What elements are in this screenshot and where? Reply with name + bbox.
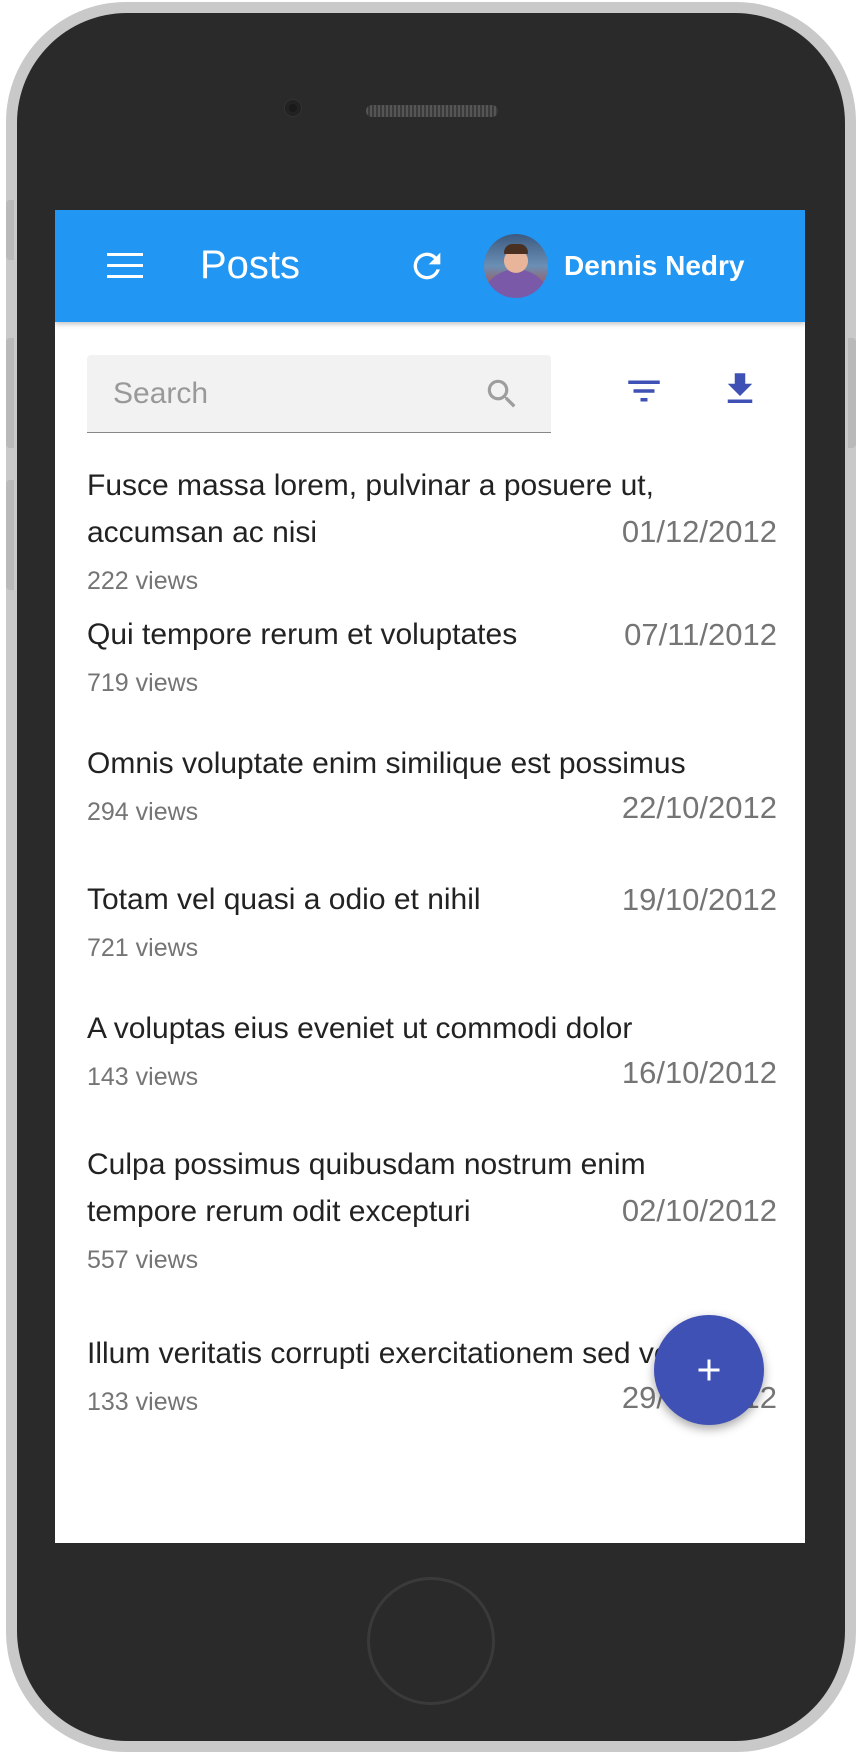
post-views: 133 views	[87, 1388, 199, 1416]
power-button	[848, 338, 856, 448]
post-title: Omnis voluptate enim similique est possi…	[87, 747, 686, 780]
post-date: 01/12/2012	[621, 514, 777, 549]
post-views: 143 views	[87, 1063, 199, 1091]
search-field[interactable]	[87, 355, 551, 433]
post-date: 02/10/2012	[621, 1193, 777, 1228]
list-item[interactable]: Qui tempore rerum et voluptates 719 view…	[87, 611, 777, 701]
list-item[interactable]: Fusce massa lorem, pulvinar a posuere ut…	[87, 462, 777, 595]
post-date: 07/11/2012	[624, 617, 777, 652]
earpiece-speaker	[366, 105, 498, 117]
menu-icon[interactable]	[107, 253, 143, 279]
list-item[interactable]: Omnis voluptate enim similique est possi…	[87, 740, 777, 850]
list-item[interactable]: Totam vel quasi a odio et nihil 721 view…	[87, 876, 777, 966]
volume-up-button	[6, 338, 14, 448]
mute-switch	[6, 200, 14, 260]
search-icon[interactable]	[483, 375, 521, 413]
download-icon[interactable]	[719, 366, 761, 412]
filter-icon[interactable]	[623, 370, 665, 412]
list-item[interactable]: A voluptas eius eveniet ut commodi dolor…	[87, 1005, 777, 1115]
refresh-icon[interactable]	[407, 246, 447, 286]
post-views: 294 views	[87, 798, 199, 826]
search-input[interactable]	[111, 373, 475, 415]
post-date: 16/10/2012	[621, 1055, 777, 1090]
plus-icon	[698, 1359, 720, 1381]
app-bar: Posts Dennis Nedry	[55, 210, 805, 322]
post-title: Fusce massa lorem, pulvinar a posuere ut…	[87, 469, 654, 549]
add-post-button[interactable]	[654, 1315, 764, 1425]
post-views: 719 views	[87, 669, 199, 697]
volume-down-button	[6, 480, 14, 590]
page-title: Posts	[200, 243, 301, 287]
post-date: 22/10/2012	[621, 790, 777, 825]
post-title: Culpa possimus quibusdam nostrum enim te…	[87, 1148, 646, 1228]
post-views: 222 views	[87, 567, 199, 595]
list-item[interactable]: Culpa possimus quibusdam nostrum enim te…	[87, 1141, 777, 1274]
post-views: 721 views	[87, 934, 199, 962]
post-views: 557 views	[87, 1246, 199, 1274]
user-name[interactable]: Dennis Nedry	[564, 248, 745, 284]
post-date: 19/10/2012	[621, 882, 777, 917]
app-screen: Posts Dennis Nedry Fusce massa lorem, pu…	[55, 210, 805, 1543]
front-camera	[285, 100, 301, 116]
avatar[interactable]	[484, 234, 548, 298]
post-title: A voluptas eius eveniet ut commodi dolor	[87, 1012, 633, 1045]
home-button[interactable]	[367, 1577, 495, 1705]
